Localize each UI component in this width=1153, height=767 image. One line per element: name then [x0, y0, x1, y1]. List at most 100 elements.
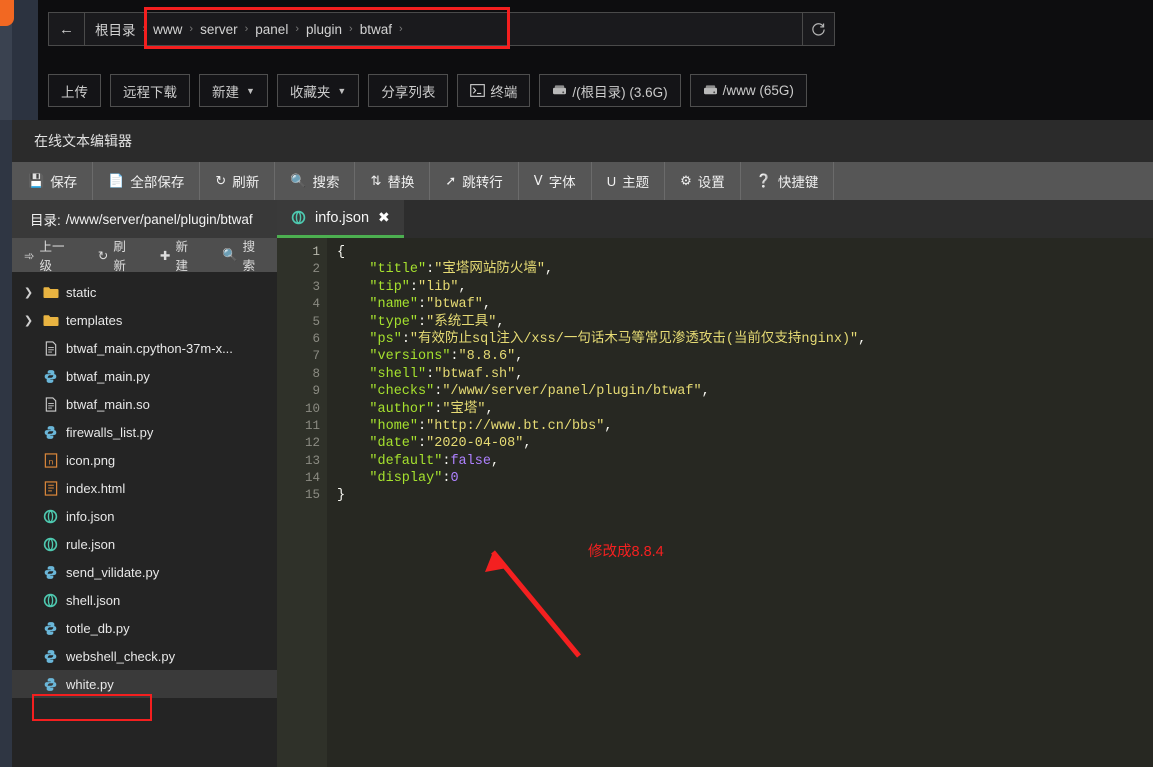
editor-toolbar-label: 主题 [622, 175, 650, 190]
back-button[interactable]: ← [48, 12, 84, 46]
code-content[interactable]: { "title":"宝塔网站防火墙", "tip":"lib", "name"… [327, 238, 1153, 767]
list-item[interactable]: firewalls_list.py [12, 418, 277, 446]
line-number: 8 [312, 366, 320, 381]
list-item[interactable]: index.html [12, 474, 277, 502]
address-refresh-button[interactable] [803, 12, 835, 46]
breadcrumb-separator: › [189, 23, 194, 35]
list-item[interactable]: totle_db.py [12, 614, 277, 642]
up-level-icon: ➾ [24, 248, 35, 263]
tab-info-json[interactable]: info.json ✖ [277, 200, 404, 238]
breadcrumb[interactable]: 根目录 › www › server › panel › plugin › btwaf › [84, 12, 803, 46]
list-item[interactable]: ❯ static [12, 278, 277, 306]
line-number: 6 [312, 331, 320, 346]
annotation-arrow [485, 550, 581, 658]
file-toolbar-button-2[interactable]: 新建 ▼ [199, 74, 268, 107]
file-toolbar-button-label: 终端 [490, 84, 518, 100]
editor-toolbar-theme-button[interactable]: U 主题 [592, 162, 666, 200]
breadcrumb-item-4[interactable]: plugin [306, 22, 342, 37]
file-op-up-level-button[interactable]: ➾ 上一级 [12, 238, 86, 273]
editor-toolbar: 💾 保存 📄 全部保存 ↻ 刷新 🔍 搜索 ⇅ 替换 ➚ 跳转行 Ⅴ 字体 U 主题 ⚙ 设置 ❔ 快捷键 [12, 162, 1153, 200]
python-file-icon [44, 677, 57, 691]
editor-toolbar-save-all-button[interactable]: 📄 全部保存 [93, 162, 201, 200]
file-toolbar-button-5[interactable]: 终端 [457, 74, 531, 107]
code-line: "date":"2020-04-08", [337, 435, 1153, 452]
file-panel-path: 目录: /www/server/panel/plugin/btwaf [12, 200, 277, 238]
list-item[interactable]: n icon.png [12, 446, 277, 474]
code-line: "shell":"btwaf.sh", [337, 366, 1153, 383]
file-toolbar-button-label: 上传 [61, 84, 88, 100]
disk-icon [553, 85, 567, 95]
file-toolbar-button-7[interactable]: /www (65G) [689, 74, 807, 107]
editor-toolbar-gear-button[interactable]: ⚙ 设置 [665, 162, 741, 200]
file-toolbar-button-6[interactable]: /(根目录) (3.6G) [539, 74, 681, 107]
file-op-plus-button[interactable]: ✚ 新建 [148, 238, 210, 273]
editor-toolbar-label: 保存 [50, 175, 78, 190]
editor-toolbar-refresh-button[interactable]: ↻ 刷新 [200, 162, 276, 200]
folder-icon [43, 314, 58, 326]
line-number: 4 [312, 297, 320, 312]
gear-icon: ⚙ [680, 173, 692, 188]
breadcrumb-item-5[interactable]: btwaf [360, 22, 392, 37]
list-item[interactable]: btwaf_main.py [12, 362, 277, 390]
line-number: 13 [304, 453, 320, 468]
file-panel-ops: ➾ 上一级 ↻ 刷新 ✚ 新建 🔍 搜索 [12, 238, 277, 273]
list-item[interactable]: white.py [12, 670, 277, 698]
list-item[interactable]: ❯ templates [12, 306, 277, 334]
list-item[interactable]: webshell_check.py [12, 642, 277, 670]
file-toolbar-button-label: /www (65G) [722, 83, 794, 98]
editor-toolbar-label: 替换 [387, 175, 415, 190]
file-toolbar-button-1[interactable]: 远程下载 [110, 74, 190, 107]
close-icon[interactable]: ✖ [378, 209, 390, 226]
refresh-icon: ↻ [97, 248, 109, 263]
file-toolbar-button-4[interactable]: 分享列表 [368, 74, 449, 107]
font-icon: Ⅴ [533, 173, 543, 188]
code-line: "type":"系统工具", [337, 314, 1153, 331]
breadcrumb-item-0[interactable]: 根目录 [95, 19, 136, 39]
list-item[interactable]: btwaf_main.so [12, 390, 277, 418]
list-item[interactable]: btwaf_main.cpython-37m-x... [12, 334, 277, 362]
code-token: , [482, 297, 491, 313]
code-token: "有效防止sql注入/xss/一句话木马等常见渗透攻击(当前仅支持nginx)" [409, 331, 859, 347]
search-icon: 🔍 [222, 247, 238, 262]
chevron-right-icon[interactable]: ❯ [22, 314, 35, 327]
editor-toolbar-search-button[interactable]: 🔍 搜索 [275, 162, 356, 200]
code-editor: 1▼23456789101112131415 { "title":"宝塔网站防火… [277, 238, 1153, 767]
editor-toolbar-goto-line-button[interactable]: ➚ 跳转行 [430, 162, 519, 200]
editor-toolbar-label: 字体 [548, 175, 576, 190]
list-item[interactable]: rule.json [12, 530, 277, 558]
editor-toolbar-save-button[interactable]: 💾 保存 [12, 162, 94, 200]
breadcrumb-item-1[interactable]: www [153, 22, 182, 37]
line-number: 9 [312, 384, 320, 399]
file-toolbar-button-label: /(根目录) (3.6G) [572, 84, 668, 100]
code-token: } [337, 488, 346, 504]
code-token: "http://www.bt.cn/bbs" [426, 418, 605, 434]
file-op-search-button[interactable]: 🔍 搜索 [210, 238, 277, 273]
code-line: "author":"宝塔", [337, 401, 1153, 418]
annotation-text: 修改成8.8.4 [588, 544, 664, 560]
editor-toolbar-help-button[interactable]: ❔ 快捷键 [741, 162, 835, 200]
line-number: 12 [304, 436, 320, 451]
editor-window-title: 在线文本编辑器 [12, 120, 1153, 162]
editor-toolbar-label: 全部保存 [130, 175, 185, 190]
code-line: "home":"http://www.bt.cn/bbs", [337, 418, 1153, 435]
editor-toolbar-replace-button[interactable]: ⇅ 替换 [355, 162, 431, 200]
breadcrumb-item-2[interactable]: server [200, 22, 238, 37]
code-line: "checks":"/www/server/panel/plugin/btwaf… [337, 383, 1153, 400]
editor-toolbar-font-button[interactable]: Ⅴ 字体 [519, 162, 592, 200]
line-number: 3 [312, 279, 320, 294]
line-number: 1▼ [277, 244, 336, 261]
chevron-right-icon[interactable]: ❯ [22, 286, 35, 299]
code-token: "title" [369, 262, 427, 278]
file-toolbar-button-3[interactable]: 收藏夹 ▼ [276, 74, 360, 107]
refresh-icon: ↻ [215, 173, 227, 188]
list-item[interactable]: shell.json [12, 586, 277, 614]
breadcrumb-item-3[interactable]: panel [255, 22, 288, 37]
file-op-refresh-button[interactable]: ↻ 刷新 [86, 238, 148, 273]
list-item[interactable]: info.json [12, 502, 277, 530]
file-toolbar-button-0[interactable]: 上传 [48, 74, 101, 107]
list-item[interactable]: send_vilidate.py [12, 558, 277, 586]
list-item-label: index.html [66, 480, 126, 496]
